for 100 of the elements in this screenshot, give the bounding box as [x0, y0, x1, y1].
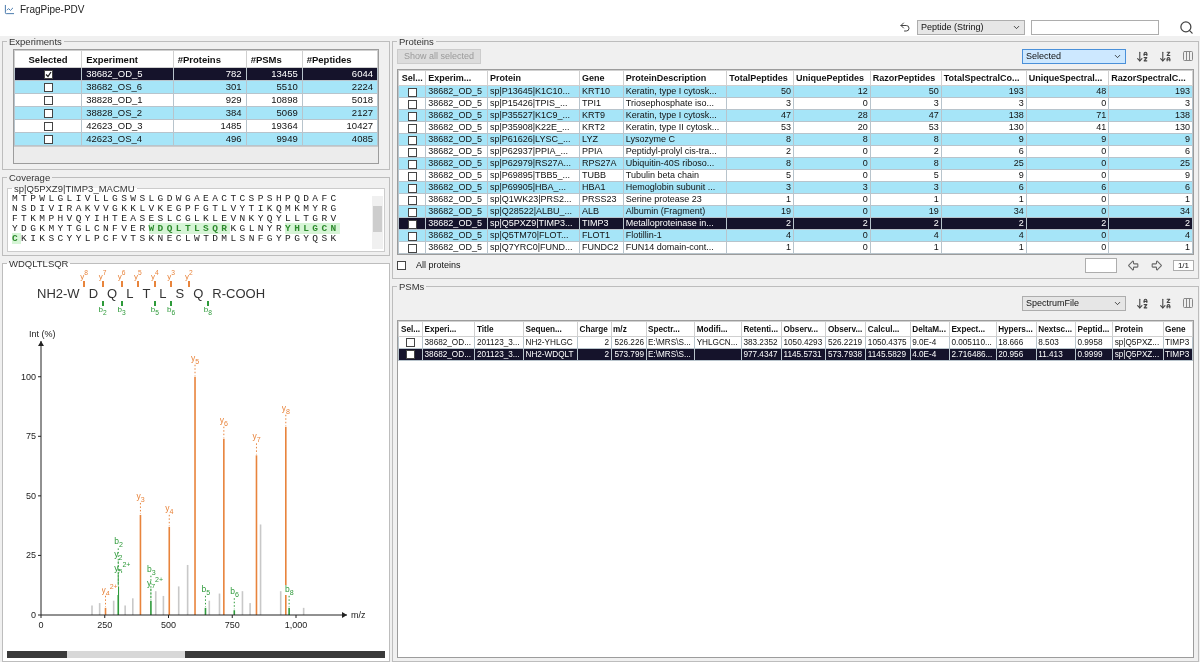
column-header[interactable]: Protein — [1112, 321, 1164, 337]
column-header[interactable]: RazorPeptides — [870, 70, 942, 86]
checkbox[interactable] — [407, 171, 417, 181]
column-header[interactable]: Nextsc... — [1036, 321, 1076, 337]
column-header[interactable]: #PSMs — [246, 50, 303, 68]
checkbox[interactable] — [407, 183, 417, 193]
table-cell: 38682_OD_5 — [428, 230, 482, 240]
checkbox[interactable] — [43, 83, 53, 93]
column-header[interactable]: RazorSpectralC... — [1108, 70, 1193, 86]
table-cell: 201123_3... — [476, 350, 520, 359]
sort-field-dropdown[interactable]: SpectrumFile — [1022, 295, 1126, 311]
checkbox[interactable] — [407, 123, 417, 133]
checkbox[interactable] — [407, 195, 417, 205]
scrollbar[interactable] — [372, 196, 383, 249]
checkbox[interactable] — [397, 260, 406, 270]
column-header[interactable]: Observ... — [781, 321, 826, 337]
checkbox[interactable] — [407, 135, 417, 145]
checkbox[interactable] — [407, 111, 417, 121]
sort-field-dropdown[interactable]: Selected — [1022, 48, 1126, 64]
column-header[interactable]: Title — [474, 321, 524, 337]
checkbox[interactable] — [43, 96, 53, 106]
table-cell: 2 — [604, 350, 610, 359]
column-header[interactable]: Spectr... — [646, 321, 695, 337]
previous-page-icon[interactable] — [1126, 258, 1140, 272]
table-cell: 53 — [928, 122, 939, 132]
table-cell: 42623_OS_4 — [86, 133, 143, 144]
table-cell: sp|P15426|TPIS_... — [489, 98, 568, 108]
table-cell: 47 — [928, 110, 939, 120]
column-header[interactable]: Experiment — [81, 50, 174, 68]
column-header[interactable]: Sequen... — [523, 321, 578, 337]
checkbox[interactable] — [407, 99, 417, 109]
sort-ascending-icon[interactable] — [1136, 296, 1149, 310]
checkbox[interactable] — [43, 109, 53, 119]
peak-bar — [186, 564, 189, 615]
column-header[interactable]: #Peptides — [302, 50, 378, 68]
search-icon[interactable] — [1179, 19, 1194, 35]
column-header[interactable]: Charge — [577, 321, 612, 337]
table-cell: 11.413 — [1038, 350, 1063, 359]
column-header[interactable]: Sel... — [398, 321, 423, 337]
sort-descending-icon[interactable] — [1159, 296, 1172, 310]
checkbox[interactable] — [43, 135, 53, 145]
column-header[interactable]: Sel... — [398, 70, 426, 86]
column-header[interactable]: ProteinDescription — [623, 70, 727, 86]
column-header[interactable]: UniqueSpectral... — [1026, 70, 1109, 86]
column-header[interactable]: TotalPeptides — [726, 70, 794, 86]
column-header[interactable]: DeltaM... — [910, 321, 950, 337]
undo-icon[interactable] — [899, 21, 911, 33]
checkbox[interactable] — [406, 350, 415, 360]
checkbox[interactable] — [43, 70, 53, 80]
columns-icon[interactable] — [1182, 297, 1194, 309]
checkbox[interactable] — [406, 338, 415, 348]
search-type-dropdown[interactable]: Peptide (String) — [917, 19, 1025, 35]
sort-descending-icon[interactable] — [1159, 49, 1172, 63]
scrollbar[interactable] — [7, 651, 385, 658]
checkbox[interactable] — [407, 243, 417, 253]
column-header[interactable]: Protein — [487, 70, 580, 86]
column-header[interactable]: Experi... — [422, 321, 475, 337]
column-header[interactable]: Selected — [14, 50, 82, 68]
checkbox[interactable] — [407, 87, 417, 97]
tick-label: 250 — [97, 620, 113, 630]
column-header[interactable]: UniquePeptides — [793, 70, 871, 86]
checkbox[interactable] — [407, 207, 417, 217]
column-header[interactable]: m/z — [611, 321, 647, 337]
checkbox[interactable] — [407, 219, 417, 229]
column-header[interactable]: Peptid... — [1075, 321, 1113, 337]
column-header[interactable]: Hypers... — [996, 321, 1037, 337]
column-header[interactable]: Experim... — [425, 70, 488, 86]
next-page-icon[interactable] — [1149, 258, 1163, 272]
column-header[interactable]: Gene — [1163, 321, 1193, 337]
ion-label: b$_{3}$ — [117, 306, 126, 317]
checkbox[interactable] — [407, 159, 417, 169]
peak-label: b$_{3}$ — [146, 564, 156, 575]
checkbox[interactable] — [407, 231, 417, 241]
columns-icon[interactable] — [1182, 50, 1194, 62]
checkbox[interactable] — [43, 122, 53, 132]
table-cell: 38682_OD_5 — [428, 110, 482, 120]
page-field[interactable] — [1084, 257, 1117, 273]
table-cell: 38828_OD_1 — [86, 94, 143, 105]
search-field[interactable] — [1031, 19, 1159, 35]
column-header[interactable]: Modifi... — [694, 321, 742, 337]
table-cell: 2224 — [351, 81, 373, 92]
table-cell: 0 — [1101, 158, 1107, 168]
residue: T — [142, 287, 151, 301]
column-header[interactable]: Observ... — [825, 321, 866, 337]
column-header[interactable]: Gene — [579, 70, 624, 86]
sort-ascending-icon[interactable] — [1136, 49, 1149, 63]
checkbox[interactable] — [407, 147, 417, 157]
column-header[interactable]: TotalSpectralCo... — [941, 70, 1027, 86]
tick-label: 75 — [26, 431, 36, 442]
table-cell: 6 — [1018, 182, 1024, 192]
table-cell: 8 — [785, 158, 791, 168]
table-cell: 0 — [1101, 146, 1107, 156]
column-header[interactable]: Retenti... — [741, 321, 782, 337]
column-header[interactable]: Expect... — [949, 321, 997, 337]
table-cell: sp|Q5PXZ9|TIMP3... — [489, 218, 573, 228]
column-header[interactable]: #Proteins — [173, 50, 247, 68]
column-header[interactable]: Calcul... — [865, 321, 911, 337]
table-cell: 47 — [780, 110, 791, 120]
table-cell: NH2-YHLGC — [525, 338, 573, 347]
table-cell: 8 — [933, 158, 939, 168]
